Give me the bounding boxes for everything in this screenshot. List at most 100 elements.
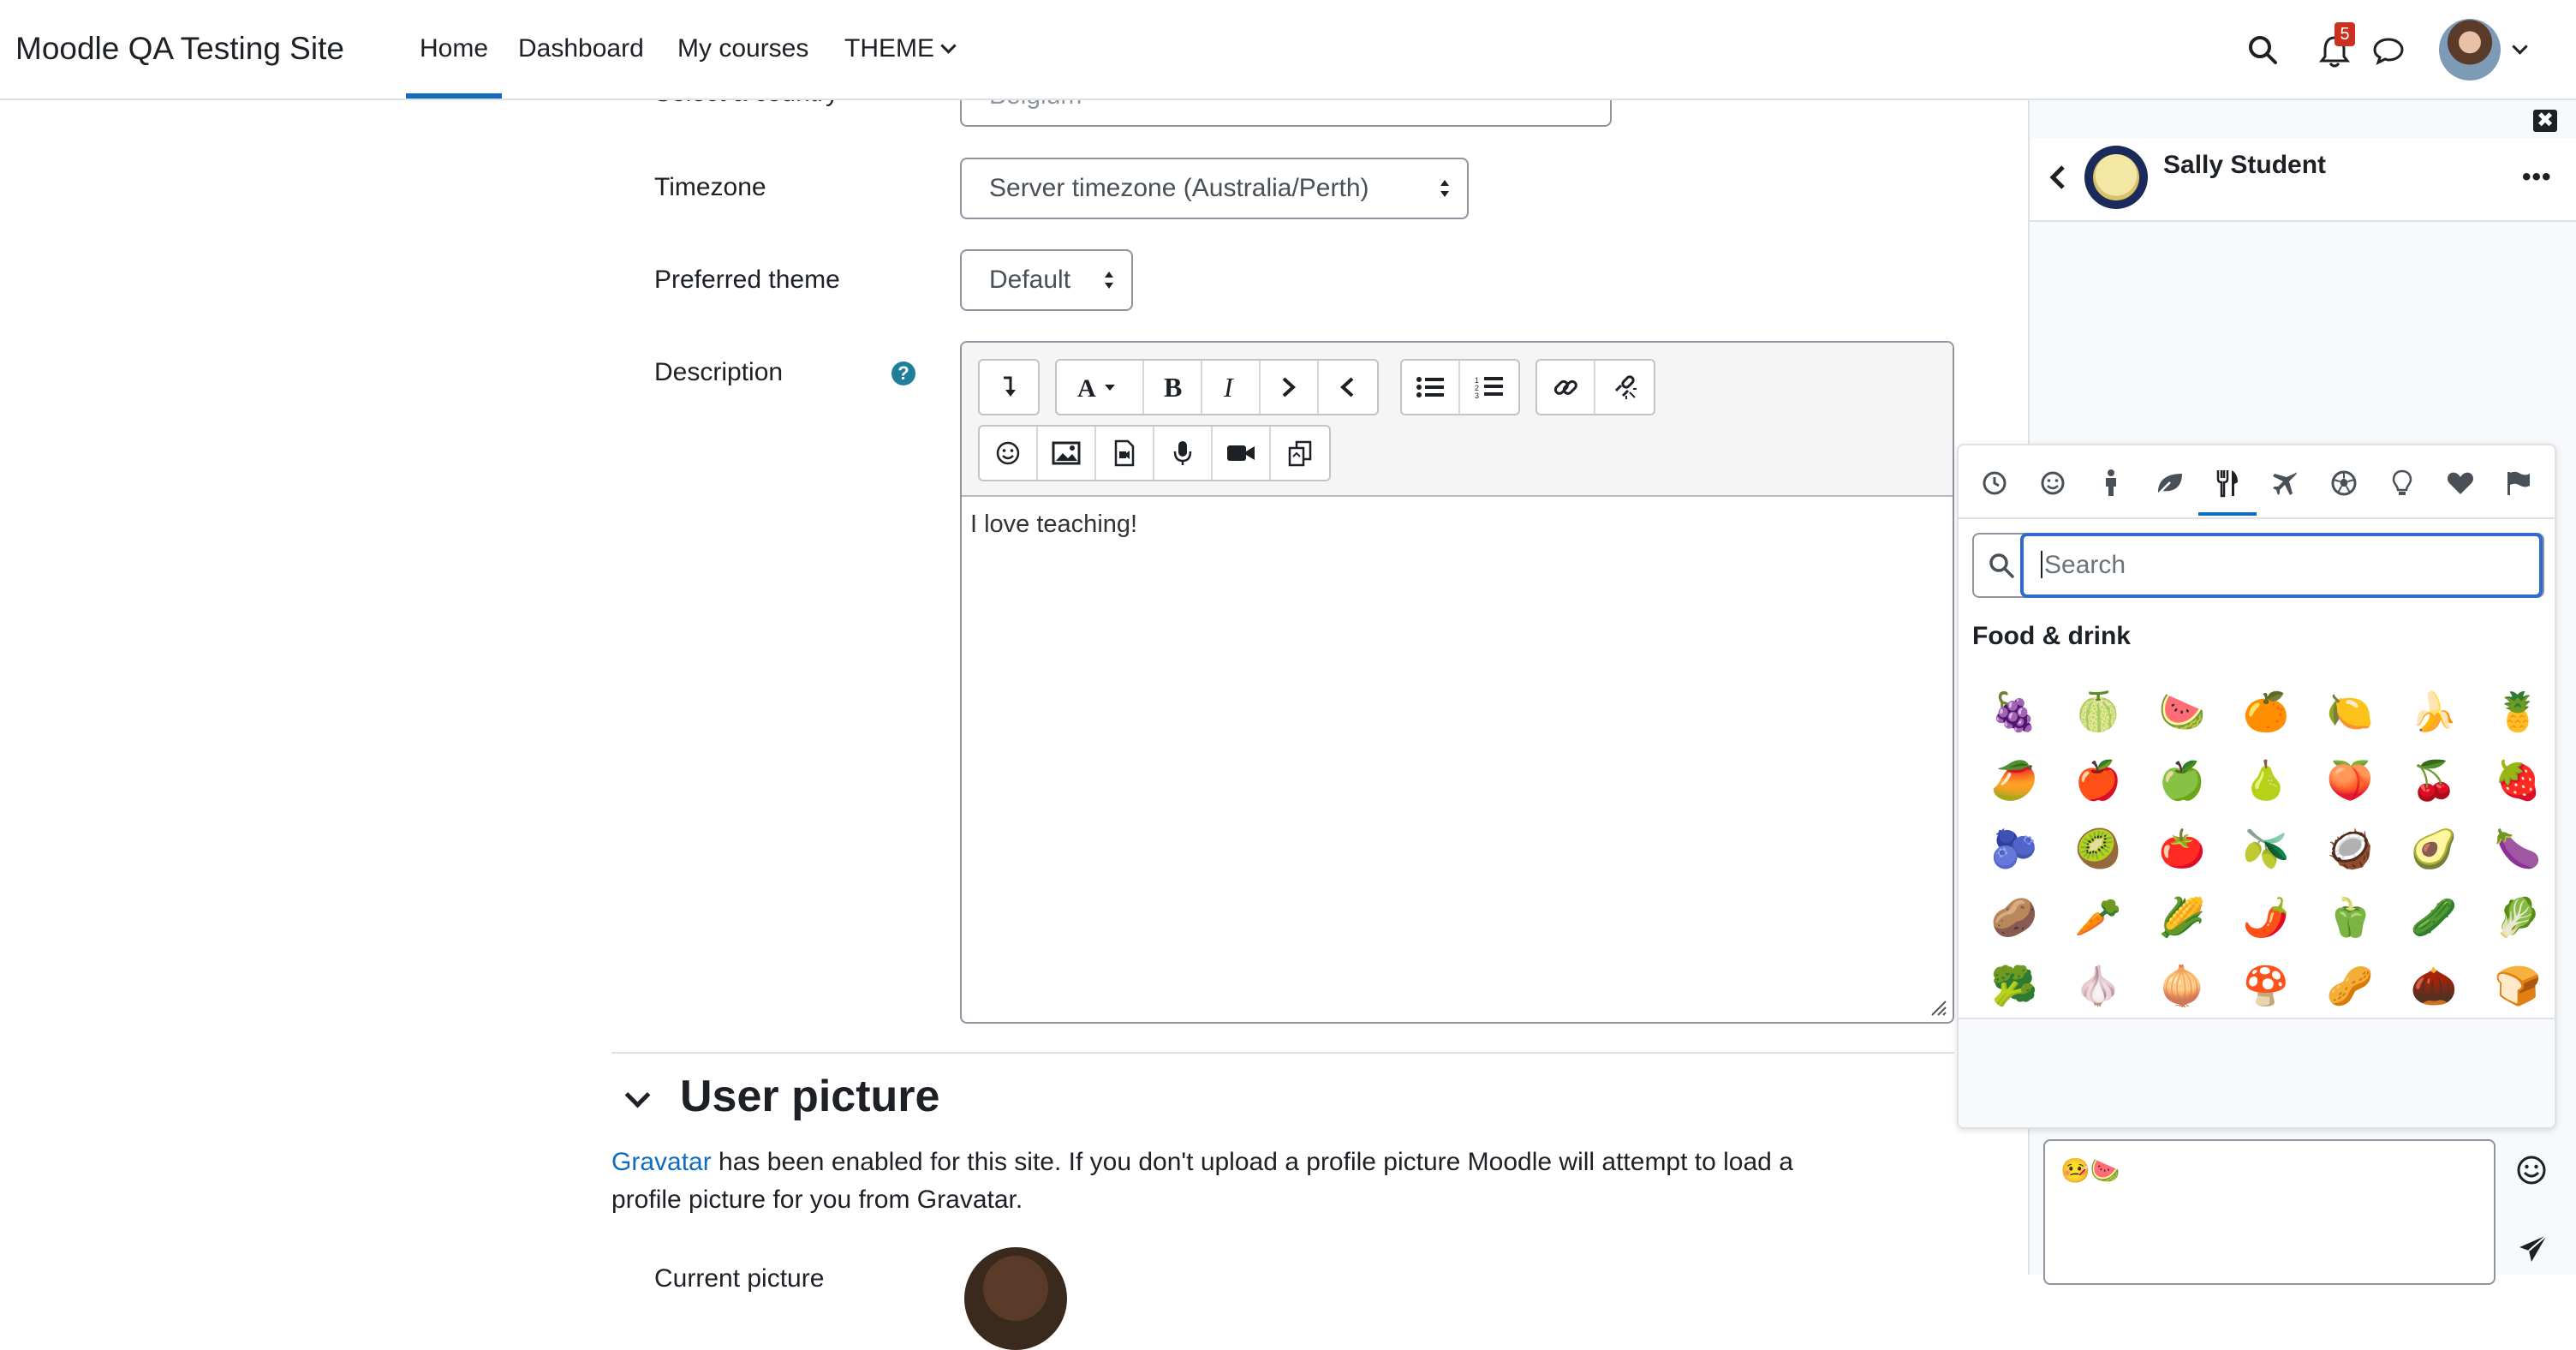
show-more-buttons-icon[interactable] (980, 361, 1038, 414)
contact-name[interactable]: Sally Student (2163, 151, 2326, 180)
collapse-chevron-icon[interactable] (624, 1082, 651, 1108)
font-style-icon[interactable]: A (1057, 361, 1144, 414)
editor-toolbar: A B I 123 (962, 343, 1953, 497)
bold-icon[interactable]: B (1144, 361, 1202, 414)
current-picture-avatar (964, 1247, 1067, 1350)
emoji-pineapple[interactable]: 🍍 (2476, 678, 2555, 747)
indent-icon[interactable] (1261, 361, 1319, 414)
timezone-label: Timezone (654, 173, 766, 201)
emoji-pear[interactable]: 🍐 (2224, 747, 2308, 815)
emoji-red-apple[interactable]: 🍎 (2056, 747, 2140, 815)
emoji-bell-pepper[interactable]: 🫑 (2308, 884, 2392, 953)
emoji-potato[interactable]: 🥔 (1972, 884, 2056, 953)
nav-my-courses[interactable]: My courses (677, 34, 808, 63)
image-icon[interactable] (1038, 427, 1096, 480)
emoji-avocado[interactable]: 🥑 (2392, 815, 2476, 884)
gravatar-text-line1: Gravatar has been enabled for this site.… (611, 1148, 1793, 1177)
nav-theme-label: THEME (844, 34, 934, 63)
emoji-tomato[interactable]: 🍅 (2140, 815, 2224, 884)
emoji-strawberry[interactable]: 🍓 (2476, 747, 2555, 815)
link-icon[interactable] (1537, 361, 1595, 414)
emoji-watermelon[interactable]: 🍉 (2140, 678, 2224, 747)
unordered-list-icon[interactable] (1402, 361, 1460, 414)
ordered-list-icon[interactable]: 123 (1460, 361, 1518, 414)
emoji-peanuts[interactable]: 🥜 (2308, 953, 2392, 1021)
outdent-icon[interactable] (1319, 361, 1377, 414)
unlink-icon[interactable] (1595, 361, 1654, 414)
chat-icon[interactable] (2372, 36, 2405, 69)
emoji-cherries[interactable]: 🍒 (2392, 747, 2476, 815)
nav-theme-menu[interactable]: THEME (844, 34, 957, 63)
emoji-bread[interactable]: 🍞 (2476, 953, 2555, 1021)
manage-files-icon[interactable] (1271, 427, 1329, 480)
site-name[interactable]: Moodle QA Testing Site (15, 31, 344, 67)
emoji-grid: 🍇 🍈 🍉 🍊 🍋 🍌 🍍 🥭 🍎 🍏 🍐 🍑 🍒 🍓 🫐 🥝 🍅 🫒 🥥 🥑 … (1972, 678, 2555, 1021)
timezone-select[interactable]: Server timezone (Australia/Perth) (960, 158, 1469, 219)
travel-plane-icon[interactable] (2269, 466, 2303, 500)
send-icon[interactable] (2518, 1234, 2549, 1269)
objects-lightbulb-icon[interactable] (2385, 466, 2419, 500)
nav-home[interactable]: Home (405, 34, 503, 99)
emoji-coconut[interactable]: 🥥 (2308, 815, 2392, 884)
emoji-leafy-green[interactable]: 🥬 (2476, 884, 2555, 953)
message-input[interactable]: 🤒🍉 (2043, 1139, 2496, 1285)
people-icon[interactable] (2094, 466, 2128, 500)
video-camera-icon[interactable] (1213, 427, 1271, 480)
italic-icon[interactable]: I (1202, 361, 1261, 414)
close-icon[interactable]: ✖ (2533, 110, 2557, 132)
select-arrows-icon (1440, 180, 1449, 197)
theme-select-value: Default (989, 266, 1071, 294)
emoji-mushroom[interactable]: 🍄 (2224, 953, 2308, 1021)
theme-select[interactable]: Default (960, 249, 1133, 311)
emoji-banana[interactable]: 🍌 (2392, 678, 2476, 747)
top-navbar: Moodle QA Testing Site Home Dashboard My… (0, 0, 2576, 100)
nav-dashboard[interactable]: Dashboard (518, 34, 644, 63)
user-avatar[interactable] (2439, 19, 2501, 81)
emoji-mango[interactable]: 🥭 (1972, 747, 2056, 815)
gravatar-link[interactable]: Gravatar (611, 1148, 712, 1176)
emoji-broccoli[interactable]: 🥦 (1972, 953, 2056, 1021)
smileys-icon[interactable] (2036, 466, 2070, 500)
svg-text:B: B (1164, 374, 1182, 400)
activities-ball-icon[interactable] (2327, 466, 2361, 500)
emoji-search-input[interactable]: Search (2020, 533, 2543, 598)
description-text[interactable]: I love teaching! (970, 511, 1137, 539)
resize-handle-icon[interactable] (1929, 998, 1947, 1017)
emoji-corn[interactable]: 🌽 (2140, 884, 2224, 953)
emoji-grapes[interactable]: 🍇 (1972, 678, 2056, 747)
microphone-icon[interactable] (1154, 427, 1213, 480)
emoji-search-placeholder: Search (2044, 551, 2126, 579)
media-file-icon[interactable] (1096, 427, 1154, 480)
emoji-tangerine[interactable]: 🍊 (2224, 678, 2308, 747)
emoji-chestnut[interactable]: 🌰 (2392, 953, 2476, 1021)
emoji-kiwi[interactable]: 🥝 (2056, 815, 2140, 884)
emoji-peach[interactable]: 🍑 (2308, 747, 2392, 815)
emoji-green-apple[interactable]: 🍏 (2140, 747, 2224, 815)
conversation-menu-icon[interactable]: ••• (2522, 163, 2552, 192)
user-picture-heading[interactable]: User picture (680, 1071, 939, 1122)
emoji-garlic[interactable]: 🧄 (2056, 953, 2140, 1021)
search-icon[interactable] (2247, 34, 2278, 69)
emoji-blueberries[interactable]: 🫐 (1972, 815, 2056, 884)
emoji-lemon[interactable]: 🍋 (2308, 678, 2392, 747)
symbols-heart-icon[interactable] (2443, 466, 2478, 500)
emoji-cucumber[interactable]: 🥒 (2392, 884, 2476, 953)
flags-icon[interactable] (2501, 466, 2536, 500)
emoji-toggle-icon[interactable] (2514, 1153, 2549, 1192)
recent-clock-icon[interactable] (1977, 466, 2012, 500)
help-icon[interactable]: ? (891, 361, 915, 385)
contact-avatar[interactable] (2084, 146, 2148, 209)
user-menu-chevron-icon[interactable] (2512, 39, 2528, 62)
emoji-melon[interactable]: 🍈 (2056, 678, 2140, 747)
current-picture-label: Current picture (654, 1264, 825, 1293)
emoji-icon[interactable] (980, 427, 1038, 480)
back-arrow-icon[interactable] (2048, 164, 2067, 194)
food-utensils-icon[interactable] (2198, 466, 2257, 516)
emoji-eggplant[interactable]: 🍆 (2476, 815, 2555, 884)
emoji-carrot[interactable]: 🥕 (2056, 884, 2140, 953)
emoji-category-bar (1959, 445, 2555, 519)
emoji-onion[interactable]: 🧅 (2140, 953, 2224, 1021)
nature-leaf-icon[interactable] (2152, 466, 2186, 500)
emoji-hot-pepper[interactable]: 🌶️ (2224, 884, 2308, 953)
emoji-olive[interactable]: 🫒 (2224, 815, 2308, 884)
